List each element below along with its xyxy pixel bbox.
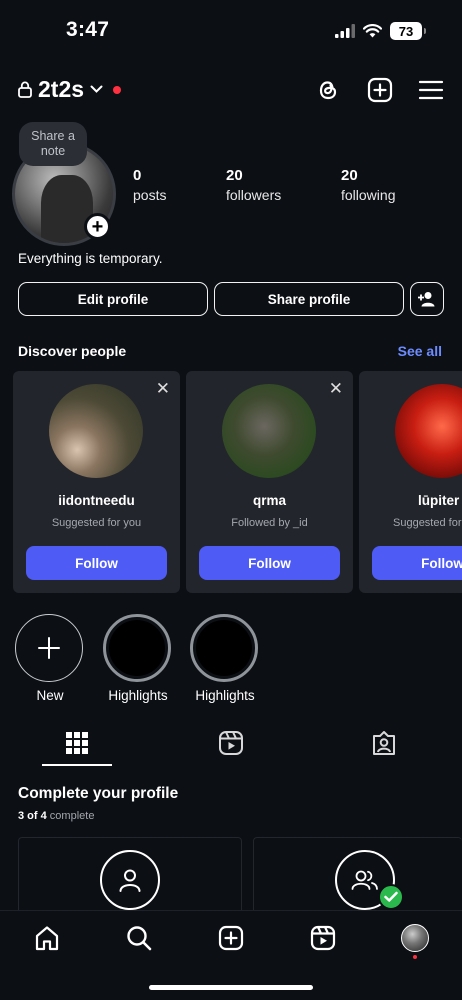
check-icon <box>378 884 404 910</box>
grid-icon <box>66 732 88 754</box>
highlight-item[interactable]: Highlights <box>190 614 260 703</box>
following-label: following <box>341 187 396 203</box>
avatar-photo <box>41 175 93 243</box>
threads-icon[interactable] <box>314 76 342 104</box>
profile-avatar-icon[interactable] <box>401 924 429 952</box>
home-indicator[interactable] <box>149 985 313 990</box>
dismiss-icon[interactable]: ✕ <box>156 379 170 399</box>
posts-label: posts <box>133 187 167 203</box>
account-switcher[interactable]: 2t2s <box>18 76 122 103</box>
suggestion-username[interactable]: iidontneedu <box>13 493 180 508</box>
highlight-label: Highlights <box>195 688 255 703</box>
suggestion-card: lūpiter Suggested for you Follow <box>359 371 462 593</box>
complete-profile-title: Complete your profile <box>18 785 179 802</box>
suggestion-avatar[interactable] <box>222 384 316 478</box>
discover-people-button[interactable] <box>410 282 444 316</box>
tagged-icon <box>373 731 395 755</box>
follow-button[interactable]: Follow <box>199 546 340 580</box>
posts-count: 0 <box>133 167 142 184</box>
highlight-label: Highlights <box>108 688 168 703</box>
create-icon[interactable] <box>217 924 245 952</box>
highlight-cover <box>109 620 165 676</box>
plus-icon <box>38 637 60 659</box>
dismiss-icon[interactable]: ✕ <box>329 379 343 399</box>
cellular-signal-icon <box>335 24 355 38</box>
wifi-icon <box>363 24 382 38</box>
profile-photo-step <box>100 850 160 910</box>
lock-icon <box>18 81 32 98</box>
tab-reels[interactable] <box>216 728 246 758</box>
suggestion-reason: Followed by _id <box>231 517 308 529</box>
highlight-item[interactable]: Highlights <box>103 614 173 703</box>
new-highlight[interactable]: New <box>15 614 85 703</box>
suggestion-avatar[interactable] <box>395 384 462 478</box>
reels-icon <box>219 731 243 755</box>
reels-nav-icon[interactable] <box>309 924 337 952</box>
progress-word: complete <box>49 810 95 822</box>
followers-stat[interactable]: 20 followers <box>226 167 281 203</box>
highlight-cover <box>196 620 252 676</box>
notification-dot <box>113 85 122 94</box>
person-outline-icon <box>119 869 141 892</box>
suggestion-username[interactable]: qrma <box>186 493 353 508</box>
followers-count: 20 <box>226 167 243 184</box>
add-story-icon[interactable]: + <box>84 213 111 240</box>
highlight-label: New <box>36 688 64 703</box>
status-time: 3:47 <box>66 18 110 41</box>
add-person-icon <box>418 292 435 307</box>
complete-profile-progress: 3 of 4 complete <box>18 810 94 822</box>
battery-indicator: 73 <box>390 22 426 40</box>
posts-stat[interactable]: 0 posts <box>133 167 166 203</box>
following-count: 20 <box>341 167 358 184</box>
username-title: 2t2s <box>38 76 85 102</box>
following-stat[interactable]: 20 following <box>341 167 395 203</box>
suggestion-reason: Suggested for you <box>393 517 462 529</box>
home-icon[interactable] <box>33 924 61 952</box>
status-icons: 73 <box>335 22 426 40</box>
create-post-icon[interactable] <box>366 76 394 104</box>
followers-label: followers <box>226 187 282 203</box>
tab-grid[interactable] <box>62 728 92 758</box>
hamburger-menu-icon[interactable] <box>417 76 445 104</box>
see-all-link[interactable]: See all <box>398 343 442 359</box>
people-outline-icon <box>351 870 378 890</box>
edit-profile-button[interactable]: Edit profile <box>18 282 208 316</box>
follow-button[interactable]: Follow <box>26 546 167 580</box>
suggestion-card: ✕ qrma Followed by _id Follow <box>186 371 353 593</box>
follow-button[interactable]: Follow <box>372 546 462 580</box>
search-icon[interactable] <box>125 924 153 952</box>
share-note-bubble[interactable]: Share a note <box>19 122 87 166</box>
progress-count: 3 of 4 <box>18 810 47 822</box>
chevron-down-icon <box>90 85 103 93</box>
suggestion-card: ✕ iidontneedu Suggested for you Follow <box>13 371 180 593</box>
suggestion-username[interactable]: lūpiter <box>395 493 459 508</box>
share-profile-button[interactable]: Share profile <box>214 282 404 316</box>
suggestion-reason: Suggested for you <box>51 517 142 529</box>
tab-tagged[interactable] <box>369 728 399 758</box>
active-tab-indicator <box>42 764 112 766</box>
suggestion-avatar[interactable] <box>49 384 143 478</box>
profile-bio: Everything is temporary. <box>18 251 163 266</box>
discover-people-title: Discover people <box>18 343 127 359</box>
profile-notification-dot <box>413 955 417 959</box>
